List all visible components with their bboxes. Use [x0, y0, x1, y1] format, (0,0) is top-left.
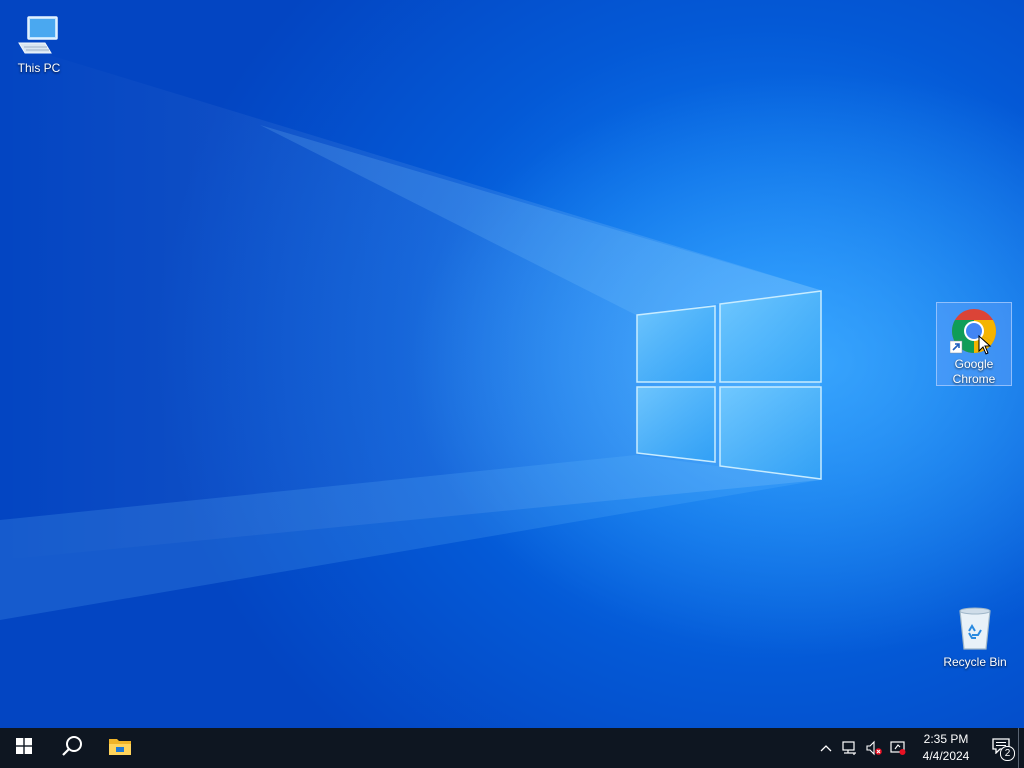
desktop-icon-label: Recycle Bin [943, 655, 1007, 669]
search-button[interactable] [48, 728, 96, 768]
desktop-icon-label-line2: Chrome [952, 372, 996, 386]
desktop-icon-recycle-bin[interactable]: Recycle Bin [937, 600, 1013, 671]
security-icon[interactable] [886, 728, 910, 768]
volume-muted-icon[interactable] [862, 728, 886, 768]
taskbar-clock[interactable]: 2:35 PM 4/4/2024 [914, 731, 978, 765]
notification-count-badge: 2 [1000, 746, 1015, 761]
chevron-up-icon[interactable] [814, 728, 838, 768]
desktop-icon-label-line1: Google [954, 357, 994, 371]
desktop-icon-label: This PC [17, 61, 61, 75]
action-center-button[interactable]: 2 [984, 728, 1018, 768]
desktop-wallpaper [0, 0, 1024, 728]
computer-icon [15, 11, 63, 59]
recycle-bin-icon [951, 605, 999, 653]
start-button[interactable] [0, 728, 48, 768]
windows-logo-icon [16, 737, 32, 759]
mouse-cursor-icon [978, 334, 992, 360]
desktop-icon-this-pc[interactable]: This PC [1, 6, 77, 77]
desktop-icon-google-chrome[interactable]: Google Chrome [936, 302, 1012, 386]
clock-time: 2:35 PM [923, 732, 969, 746]
taskbar-file-explorer[interactable] [96, 728, 144, 768]
search-icon [61, 735, 83, 762]
show-desktop-button[interactable] [1018, 728, 1024, 768]
folder-icon [108, 736, 132, 761]
network-icon[interactable] [838, 728, 862, 768]
clock-date: 4/4/2024 [922, 749, 970, 763]
system-tray: 2:35 PM 4/4/2024 2 [814, 728, 1024, 768]
taskbar: 2:35 PM 4/4/2024 2 [0, 728, 1024, 768]
